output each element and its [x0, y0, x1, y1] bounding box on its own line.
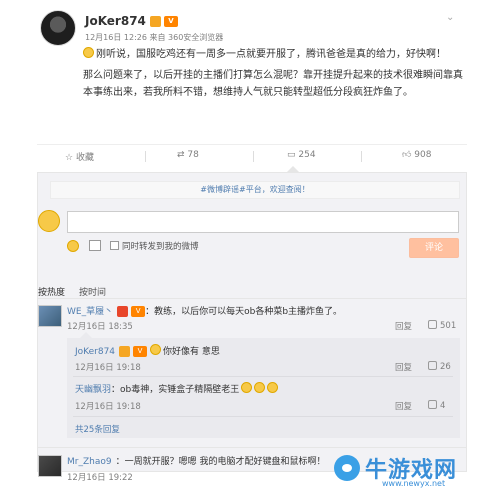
- laugh-emoji-icon: [254, 382, 266, 393]
- post-body: 刚听说，国服吃鸡还有一周多一点就要开服了，腾讯爸爸是真的给力，好快啊！ 那么问题…: [83, 46, 463, 105]
- reply-text: ：ob毒神，实锤盒子精隔壁老王: [111, 382, 280, 395]
- comment-row: Mr_Zhao9 ：一周就开服？嗯嗯 我的电脑才配好键盘和鼠标啊！: [67, 454, 325, 467]
- comment-avatar[interactable]: [38, 305, 62, 327]
- watermark-url: www.newyx.net: [382, 479, 446, 488]
- laugh-emoji-icon: [267, 382, 279, 393]
- divider: [361, 151, 362, 162]
- comment-author[interactable]: Mr_Zhao9: [67, 457, 112, 467]
- reply-button[interactable]: 回复: [395, 361, 412, 373]
- divider: [73, 416, 453, 417]
- comment-input[interactable]: [67, 211, 459, 233]
- reply-author[interactable]: 天幽飘羽: [75, 385, 111, 395]
- reply-row: 天幽飘羽：ob毒神，实锤盒子精隔壁老王: [75, 382, 280, 395]
- comment-icon: ▭: [287, 150, 299, 160]
- post-paragraph-2: 那么问题来了，以后开挂的主播们打算怎么混呢？靠开挂提升起来的技术很难瞬间靠真本事…: [83, 70, 463, 98]
- post-username-row: JoKer874 V: [85, 14, 178, 28]
- like-button[interactable]: 👍︎ 908: [402, 150, 431, 160]
- repost-icon: ⇄: [177, 150, 188, 160]
- post-username[interactable]: JoKer874: [85, 14, 146, 28]
- level-badge: V: [133, 346, 148, 357]
- comment-text: ：教练，以后你可以每天ob各种菜b主播炸鱼了。: [145, 307, 343, 317]
- reply-like-button[interactable]: 4: [428, 400, 445, 411]
- reply-button[interactable]: 回复: [395, 320, 412, 332]
- divider: [253, 151, 254, 162]
- verified-badge-icon: [117, 306, 129, 317]
- reply-author[interactable]: JoKer874: [75, 347, 115, 357]
- post-menu-chevron-icon[interactable]: ⌄: [446, 12, 458, 24]
- rumor-banner[interactable]: #微博辟谣#平台，欢迎查阅！: [50, 181, 460, 199]
- thumbs-up-icon: [428, 361, 437, 370]
- reply-date: 12月16日 19:18: [75, 363, 141, 373]
- reply-text: 你好像有 意思: [150, 344, 220, 357]
- comment-date: 12月16日 19:22: [67, 473, 133, 483]
- sort-by-time-tab[interactable]: 按时间: [79, 285, 106, 298]
- reply-like-button[interactable]: 26: [428, 361, 451, 372]
- divider: [73, 376, 453, 377]
- star-icon: ☆: [65, 153, 76, 163]
- smile-emoji-icon: [83, 47, 94, 58]
- thumbs-up-icon: [428, 320, 437, 329]
- post-action-bar: ☆ 收藏 ⇄ 78 ▭ 254 👍︎ 908: [37, 144, 467, 166]
- watermark-logo-icon: [334, 455, 360, 481]
- reply-date: 12月16日 19:18: [75, 402, 141, 412]
- repost-label: 同时转发到我的微博: [122, 242, 199, 252]
- my-avatar: [38, 210, 60, 232]
- post-meta: 12月16日 12:26 来自 360安全浏览器: [85, 33, 224, 42]
- image-icon[interactable]: [89, 240, 101, 251]
- submit-comment-button[interactable]: 评论: [409, 238, 459, 258]
- repost-button[interactable]: ⇄ 78: [177, 150, 199, 160]
- level-badge: V: [163, 16, 178, 27]
- sort-by-hot-tab[interactable]: 按热度: [38, 285, 65, 298]
- reply-row: JoKer874 V 你好像有 意思: [75, 344, 220, 357]
- post-avatar[interactable]: [40, 10, 76, 46]
- thumbs-up-icon: [428, 400, 437, 409]
- comment-button[interactable]: ▭ 254: [287, 150, 316, 160]
- divider: [37, 298, 467, 299]
- repost-checkbox[interactable]: [110, 241, 119, 250]
- divider: [37, 447, 467, 448]
- verified-badge-icon: [119, 346, 131, 357]
- verified-badge-icon: [149, 16, 161, 27]
- level-badge: V: [131, 306, 146, 317]
- post-paragraph-1: 刚听说，国服吃鸡还有一周多一点就要开服了，腾讯爸爸是真的给力，好快啊！: [83, 46, 463, 63]
- reply-button[interactable]: 回复: [395, 400, 412, 412]
- comment-avatar[interactable]: [38, 455, 62, 477]
- comment-text: ：一周就开服？嗯嗯 我的电脑才配好键盘和鼠标啊！: [115, 457, 326, 467]
- more-replies-link[interactable]: 共25条回复: [75, 423, 120, 435]
- laugh-emoji-icon: [241, 382, 253, 393]
- divider: [145, 151, 146, 162]
- comment-row: WE_草履丶 V ：教练，以后你可以每天ob各种菜b主播炸鱼了。: [67, 304, 342, 317]
- comment-author[interactable]: WE_草履丶: [67, 307, 113, 317]
- favorite-button[interactable]: ☆ 收藏: [65, 150, 94, 163]
- emoji-icon[interactable]: [67, 240, 79, 252]
- smile-emoji-icon: [150, 344, 162, 355]
- comment-like-button[interactable]: 501: [428, 320, 456, 331]
- comment-date: 12月16日 18:35: [67, 322, 133, 332]
- thumbs-up-icon: 👍︎: [402, 150, 415, 160]
